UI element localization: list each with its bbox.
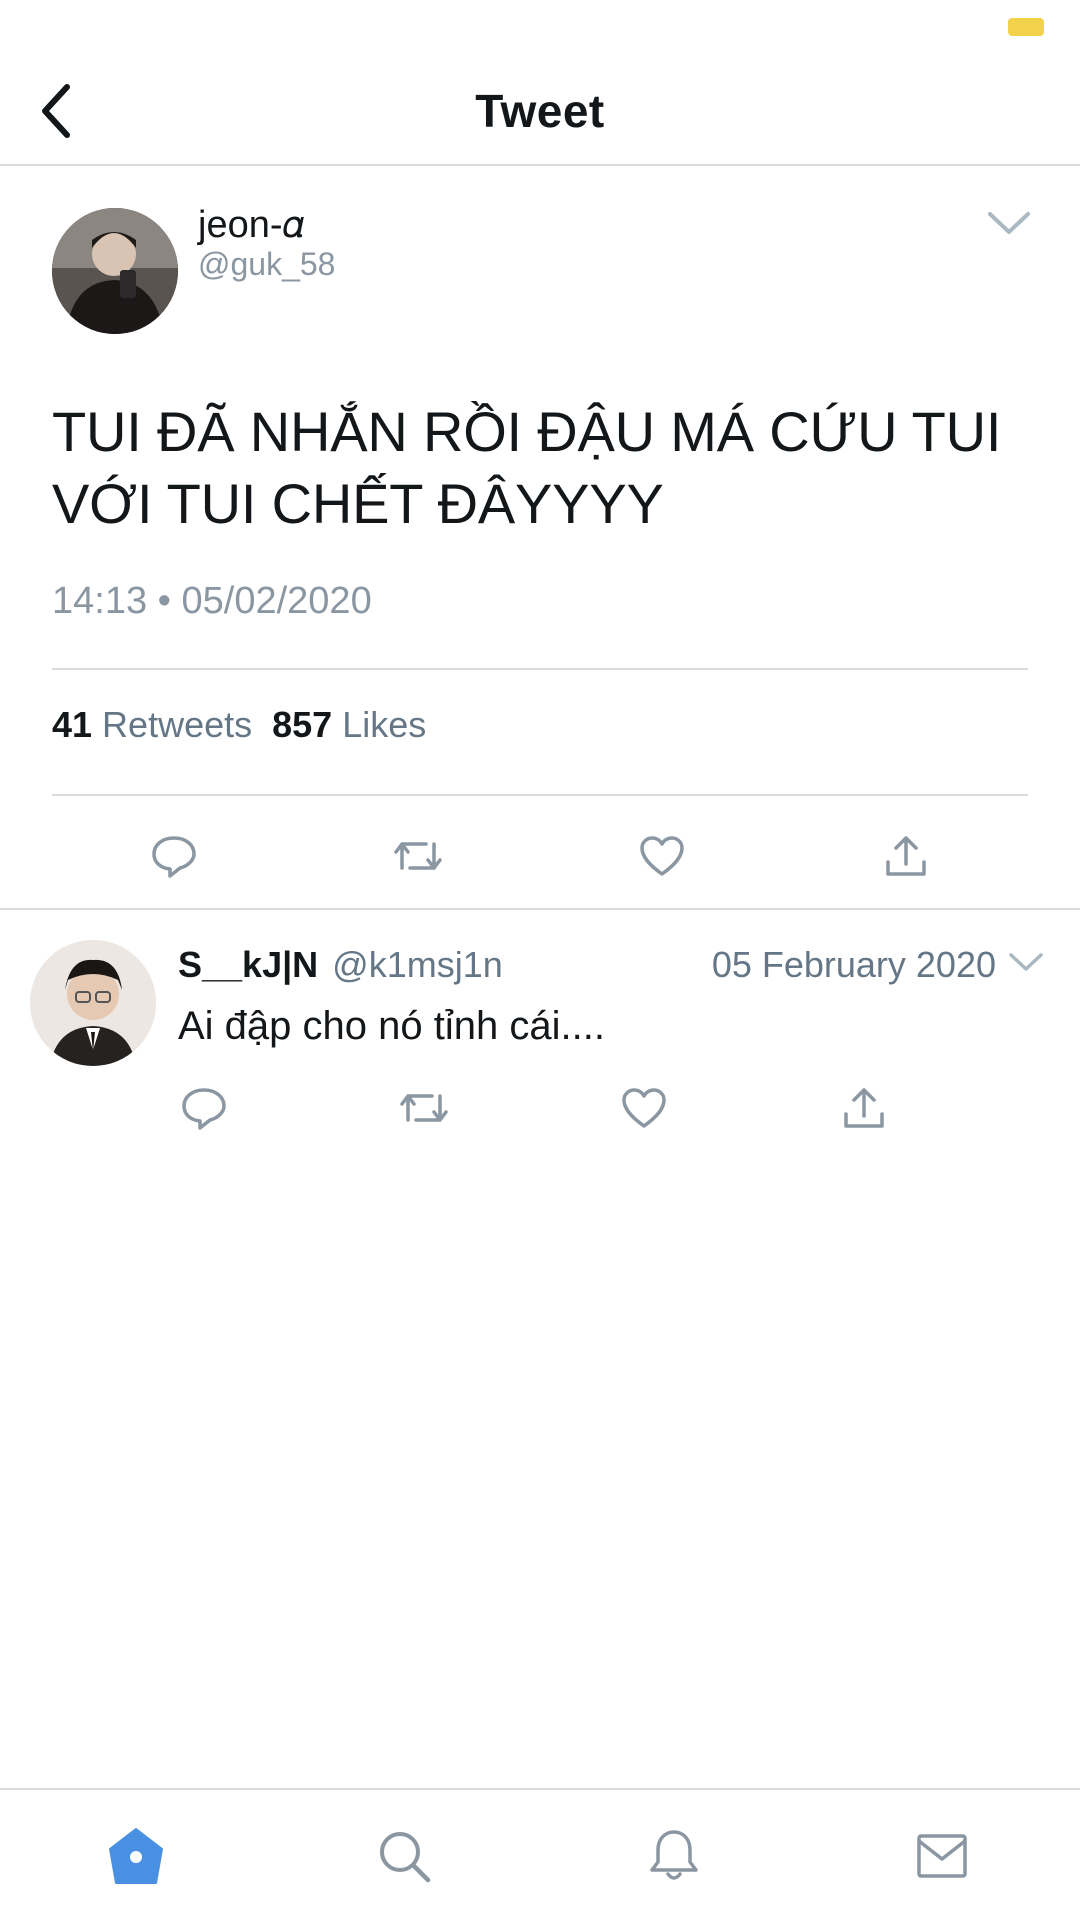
- home-icon: [109, 1828, 163, 1884]
- likes-label: Likes: [342, 704, 427, 745]
- tweet-actions: [0, 828, 1080, 892]
- tweet-detail-screen: Tweet jeon-𝛼 @guk_58 TUI ĐÃ NHẮN RỒI ĐẬU…: [0, 0, 1080, 1920]
- tab-search[interactable]: [372, 1824, 436, 1888]
- retweet-icon: [394, 842, 442, 870]
- retweets-label: Retweets: [102, 704, 253, 745]
- likes-stat[interactable]: 857 Likes: [272, 704, 426, 746]
- like-button[interactable]: [616, 1080, 672, 1136]
- tweet-text: TUI ĐÃ NHẮN RỒI ĐẬU MÁ CỨU TUI VỚI TUI C…: [52, 400, 1002, 535]
- tab-bar: [0, 1788, 1080, 1920]
- tweet-options-button[interactable]: [984, 208, 1034, 248]
- reply-icon: [182, 1088, 226, 1130]
- retweets-stat[interactable]: 41 Retweets: [52, 704, 252, 746]
- tab-home[interactable]: [104, 1824, 168, 1888]
- share-button[interactable]: [878, 828, 934, 884]
- tab-notifications[interactable]: [642, 1824, 706, 1888]
- status-bar: [0, 0, 1080, 60]
- tweet-timestamp: 14:13 • 05/02/2020: [52, 580, 372, 622]
- page-title: Tweet: [475, 85, 605, 137]
- battery-icon: [1008, 18, 1044, 36]
- reply-button[interactable]: [146, 828, 202, 884]
- retweets-count: 41: [52, 704, 93, 745]
- retweet-icon: [400, 1094, 448, 1122]
- reply-author-name[interactable]: S__kJ|N: [178, 944, 318, 986]
- messages-icon: [917, 1834, 967, 1878]
- retweet-button[interactable]: [390, 828, 446, 884]
- reply-icon: [152, 836, 196, 878]
- reply-date: 05 February 2020: [711, 944, 996, 985]
- author-handle[interactable]: @guk_58: [198, 246, 335, 283]
- likes-count: 857: [272, 704, 333, 745]
- share-icon: [886, 836, 926, 876]
- like-icon: [640, 836, 684, 876]
- divider: [52, 794, 1028, 796]
- chevron-down-icon: [1009, 953, 1043, 971]
- tweet-stats: 41 Retweets 857 Likes: [52, 704, 426, 746]
- divider: [52, 668, 1028, 670]
- tab-messages[interactable]: [910, 1824, 974, 1888]
- reply-text: Ai đập cho nó tỉnh cái....: [178, 1004, 605, 1048]
- avatar[interactable]: [30, 940, 156, 1066]
- reply-button[interactable]: [176, 1080, 232, 1136]
- like-button[interactable]: [634, 828, 690, 884]
- reply-tweet[interactable]: S__kJ|N @k1msj1n 05 February 2020 Ai đập…: [0, 910, 1080, 1140]
- reply-author-handle[interactable]: @k1msj1n: [332, 944, 503, 986]
- author-name[interactable]: jeon-𝛼: [198, 204, 304, 247]
- reply-actions: [0, 1080, 1080, 1140]
- share-icon: [844, 1088, 884, 1128]
- header: Tweet: [0, 60, 1080, 166]
- avatar-photo: [52, 208, 178, 334]
- share-button[interactable]: [836, 1080, 892, 1136]
- search-icon: [380, 1832, 431, 1883]
- retweet-button[interactable]: [396, 1080, 452, 1136]
- reply-options-button[interactable]: [1006, 950, 1046, 984]
- avatar-photo: [30, 940, 156, 1066]
- chevron-down-icon: [988, 212, 1030, 234]
- avatar[interactable]: [52, 208, 178, 334]
- reply-header: S__kJ|N @k1msj1n: [178, 944, 503, 986]
- like-icon: [622, 1088, 666, 1128]
- notifications-icon: [650, 1830, 698, 1880]
- main-tweet: jeon-𝛼 @guk_58 TUI ĐÃ NHẮN RỒI ĐẬU MÁ CỨ…: [0, 168, 1080, 910]
